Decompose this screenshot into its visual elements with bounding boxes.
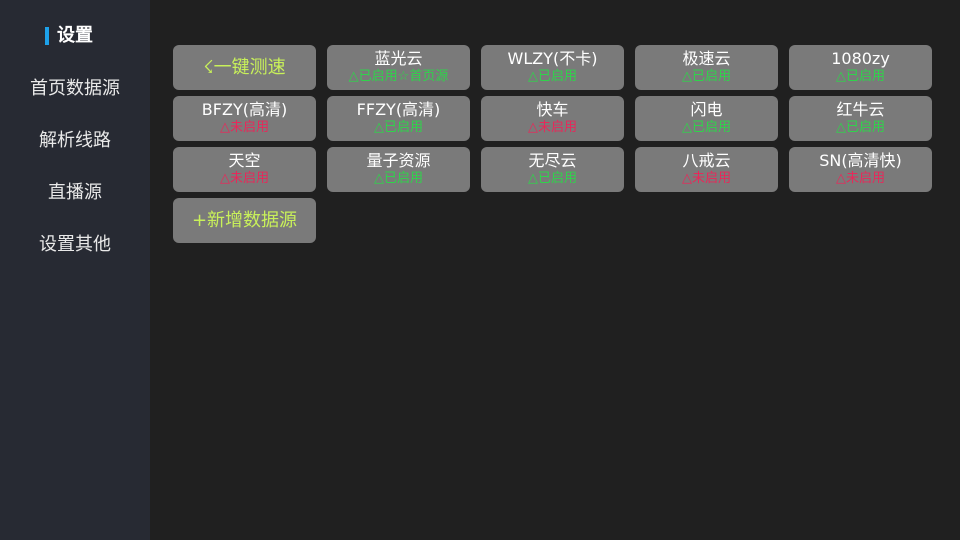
source-name: 红牛云	[836, 100, 885, 119]
source-status: △已启用	[374, 120, 423, 135]
source-status: △已启用	[836, 69, 885, 84]
source-name: WLZY(不卡)	[507, 49, 598, 68]
source-status: △未启用	[836, 171, 885, 186]
source-tile[interactable]: WLZY(不卡) △已启用	[481, 45, 624, 90]
source-name: FFZY(高清)	[356, 100, 441, 119]
add-source-label: +新增数据源	[191, 210, 298, 231]
source-tile[interactable]: FFZY(高清) △已启用	[327, 96, 470, 141]
source-status: △已启用	[374, 171, 423, 186]
source-tile[interactable]: 无尽云 △已启用	[481, 147, 624, 192]
source-status: △已启用	[682, 120, 731, 135]
source-status: △已启用	[528, 171, 577, 186]
source-name: 闪电	[690, 100, 723, 119]
source-name: BFZY(高清)	[201, 100, 288, 119]
source-name: 极速云	[682, 49, 731, 68]
source-tile[interactable]: 量子资源 △已启用	[327, 147, 470, 192]
source-status: △未启用	[220, 171, 269, 186]
source-tile[interactable]: 红牛云 △已启用	[789, 96, 932, 141]
sidebar-item-parse-lines[interactable]: 解析线路	[0, 129, 150, 153]
sidebar-item-home-sources[interactable]: 首页数据源	[0, 77, 150, 101]
source-name: 天空	[228, 151, 261, 170]
source-tile[interactable]: 八戒云 △未启用	[635, 147, 778, 192]
source-tile[interactable]: 极速云 △已启用	[635, 45, 778, 90]
source-name: 无尽云	[528, 151, 577, 170]
add-source-button[interactable]: +新增数据源	[173, 198, 316, 243]
source-name: 1080zy	[831, 49, 890, 68]
sidebar-item-other-settings[interactable]: 设置其他	[0, 233, 150, 257]
source-tile[interactable]: 闪电 △已启用	[635, 96, 778, 141]
source-tile[interactable]: 蓝光云 △已启用☆首页源	[327, 45, 470, 90]
source-tile[interactable]: SN(高清快) △未启用	[789, 147, 932, 192]
source-status: △已启用	[528, 69, 577, 84]
sidebar-item-settings[interactable]: 设置	[0, 24, 150, 48]
source-grid: ☇一键测速 蓝光云 △已启用☆首页源 WLZY(不卡) △已启用 极速云 △已启…	[150, 0, 960, 540]
source-name: 蓝光云	[374, 49, 423, 68]
source-tile[interactable]: BFZY(高清) △未启用	[173, 96, 316, 141]
source-status: △未启用	[528, 120, 577, 135]
source-name: 量子资源	[366, 151, 431, 170]
source-name: SN(高清快)	[819, 151, 902, 170]
source-tile[interactable]: 1080zy △已启用	[789, 45, 932, 90]
sidebar: 设置 首页数据源 解析线路 直播源 设置其他	[0, 0, 150, 540]
source-status: △未启用	[220, 120, 269, 135]
source-tile[interactable]: 天空 △未启用	[173, 147, 316, 192]
speed-test-button[interactable]: ☇一键测速	[173, 45, 316, 90]
source-status: △已启用☆首页源	[348, 69, 449, 84]
sidebar-item-live-sources[interactable]: 直播源	[0, 181, 150, 205]
source-status: △未启用	[682, 171, 731, 186]
source-tile[interactable]: 快车 △未启用	[481, 96, 624, 141]
source-name: 快车	[536, 100, 569, 119]
speed-test-label: ☇一键测速	[203, 57, 286, 78]
source-status: △已启用	[682, 69, 731, 84]
source-status: △已启用	[836, 120, 885, 135]
source-name: 八戒云	[682, 151, 731, 170]
app: 设置 首页数据源 解析线路 直播源 设置其他 ☇一键测速 蓝光云 △已启用☆首页…	[0, 0, 960, 540]
